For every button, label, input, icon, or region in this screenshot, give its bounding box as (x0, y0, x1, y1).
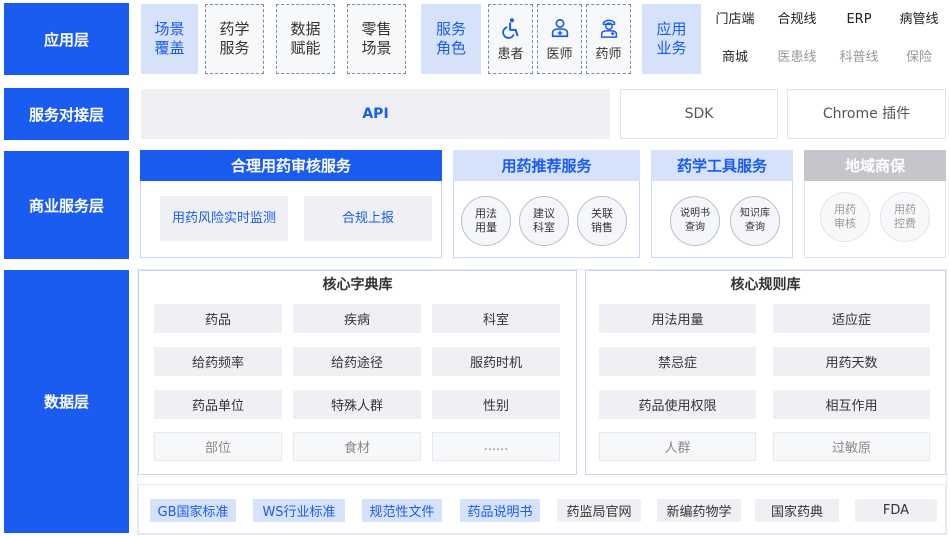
circle-line2: 审核 (834, 217, 856, 230)
circle-line2: 查询 (685, 222, 705, 233)
scene-item-line2: 场景 (361, 39, 392, 57)
dict-item[interactable]: 疾病 (293, 304, 421, 333)
biz-category-line1: 应用 (656, 20, 687, 38)
role-doctor[interactable]: 医师 (537, 4, 582, 74)
role-category: 服务 角色 (421, 4, 481, 74)
standard-item[interactable]: 药监局官网 (557, 499, 641, 522)
scene-item-line2: 赋能 (290, 39, 321, 57)
api-box[interactable]: API (141, 89, 610, 139)
recommend-item[interactable]: 关联 销售 (577, 196, 627, 246)
accessibility-icon (501, 17, 518, 39)
standard-item[interactable]: FDA (855, 499, 937, 522)
circle-line2: 查询 (745, 222, 765, 233)
sdk-box[interactable]: SDK (620, 89, 778, 139)
scene-category-line1: 场景 (154, 20, 185, 38)
biz-item-disease[interactable]: 病管线 (891, 8, 947, 30)
tools-service-title: 药学工具服务 (651, 150, 793, 181)
scene-item[interactable]: 药学 服务 (205, 4, 264, 74)
scene-item-line2: 服务 (219, 39, 250, 57)
biz-item-science[interactable]: 科普线 (831, 46, 887, 68)
dict-item[interactable]: 食材 (293, 432, 421, 461)
rules-item[interactable]: 用药天数 (773, 347, 930, 376)
scene-item-line1: 药学 (219, 20, 250, 38)
circle-line1: 知识库 (740, 208, 770, 219)
rules-item[interactable]: 过敏原 (773, 432, 930, 461)
dict-title: 核心字典库 (322, 276, 393, 293)
rules-item[interactable]: 用法用量 (599, 304, 756, 333)
recommend-item[interactable]: 建议 科室 (519, 196, 569, 246)
biz-item-store[interactable]: 门店端 (707, 8, 763, 30)
region-item[interactable]: 用药 审核 (820, 192, 870, 242)
scene-item[interactable]: 零售 场景 (347, 4, 406, 74)
audit-service-title: 合理用药审核服务 (140, 150, 442, 181)
audit-item[interactable]: 合规上报 (304, 196, 432, 241)
biz-item-mall[interactable]: 商城 (707, 46, 763, 68)
chrome-plugin-box[interactable]: Chrome 插件 (787, 89, 946, 139)
layer-label-business: 商业服务层 (4, 151, 129, 259)
scene-item-line1: 零售 (361, 20, 392, 38)
audit-item[interactable]: 用药风险实时监测 (160, 196, 288, 241)
rules-item[interactable]: 适应症 (773, 304, 930, 333)
recommend-service-title: 用药推荐服务 (453, 150, 640, 181)
tools-item[interactable]: 知识库 查询 (730, 196, 780, 246)
standard-item[interactable]: 药品说明书 (460, 499, 540, 522)
dict-item[interactable]: 服药时机 (432, 347, 560, 376)
biz-item-erp[interactable]: ERP (831, 8, 887, 30)
rules-item[interactable]: 相互作用 (773, 390, 930, 419)
recommend-item[interactable]: 用法 用量 (461, 196, 511, 246)
circle-line1: 用药 (834, 203, 856, 216)
circle-line1: 用法 (475, 207, 497, 220)
role-category-line2: 角色 (435, 39, 466, 57)
scene-category-line2: 覆盖 (154, 39, 185, 57)
scene-category: 场景 覆盖 (141, 4, 198, 74)
role-category-line1: 服务 (435, 20, 466, 38)
circle-line1: 用药 (894, 203, 916, 216)
rules-item[interactable]: 人群 (599, 432, 756, 461)
layer-label-service: 服务对接层 (4, 88, 129, 140)
region-service-title: 地域商保 (804, 150, 946, 181)
tools-item[interactable]: 说明书 查询 (670, 196, 720, 246)
dict-item[interactable]: 科室 (432, 304, 560, 333)
scene-item[interactable]: 数据 赋能 (276, 4, 335, 74)
standard-item[interactable]: 规范性文件 (362, 499, 442, 522)
role-patient[interactable]: 患者 (488, 4, 533, 74)
pharmacist-icon (600, 18, 617, 38)
circle-line1: 说明书 (680, 208, 710, 219)
rules-item[interactable]: 药品使用权限 (599, 390, 756, 419)
standard-item[interactable]: GB国家标准 (150, 499, 236, 522)
biz-item-compliance[interactable]: 合规线 (769, 8, 825, 30)
role-pharmacist[interactable]: 药师 (586, 4, 631, 74)
dict-item[interactable]: 部位 (154, 432, 282, 461)
circle-line2: 控费 (894, 217, 916, 230)
dict-item[interactable]: 给药途径 (293, 347, 421, 376)
layer-label-app: 应用层 (4, 3, 129, 75)
dict-item-more[interactable]: ...... (432, 432, 560, 461)
circle-line2: 用量 (475, 221, 497, 234)
circle-line1: 关联 (591, 207, 613, 220)
circle-line2: 科室 (533, 221, 555, 234)
circle-line1: 建议 (533, 207, 555, 220)
biz-item-insurance[interactable]: 保险 (891, 46, 947, 68)
dict-item[interactable]: 给药频率 (154, 347, 282, 376)
biz-item-doctor-patient[interactable]: 医患线 (769, 46, 825, 68)
biz-category-line2: 业务 (656, 39, 687, 57)
standard-item[interactable]: WS行业标准 (253, 499, 345, 522)
role-label: 药师 (595, 46, 622, 62)
circle-line2: 销售 (591, 221, 613, 234)
biz-category: 应用 业务 (642, 4, 701, 74)
layer-label-data: 数据层 (4, 270, 129, 533)
scene-item-line1: 数据 (290, 20, 321, 38)
role-label: 患者 (497, 46, 524, 62)
standard-item[interactable]: 新编药物学 (657, 499, 741, 522)
standard-item[interactable]: 国家药典 (755, 499, 839, 522)
dict-item[interactable]: 特殊人群 (293, 390, 421, 419)
dict-item[interactable]: 药品 (154, 304, 282, 333)
rules-item[interactable]: 禁忌症 (599, 347, 756, 376)
doctor-icon (551, 18, 568, 37)
dict-item[interactable]: 性别 (432, 390, 560, 419)
role-label: 医师 (546, 46, 573, 62)
region-item[interactable]: 用药 控费 (880, 192, 930, 242)
dict-item[interactable]: 药品单位 (154, 390, 282, 419)
rules-title: 核心规则库 (730, 276, 801, 293)
